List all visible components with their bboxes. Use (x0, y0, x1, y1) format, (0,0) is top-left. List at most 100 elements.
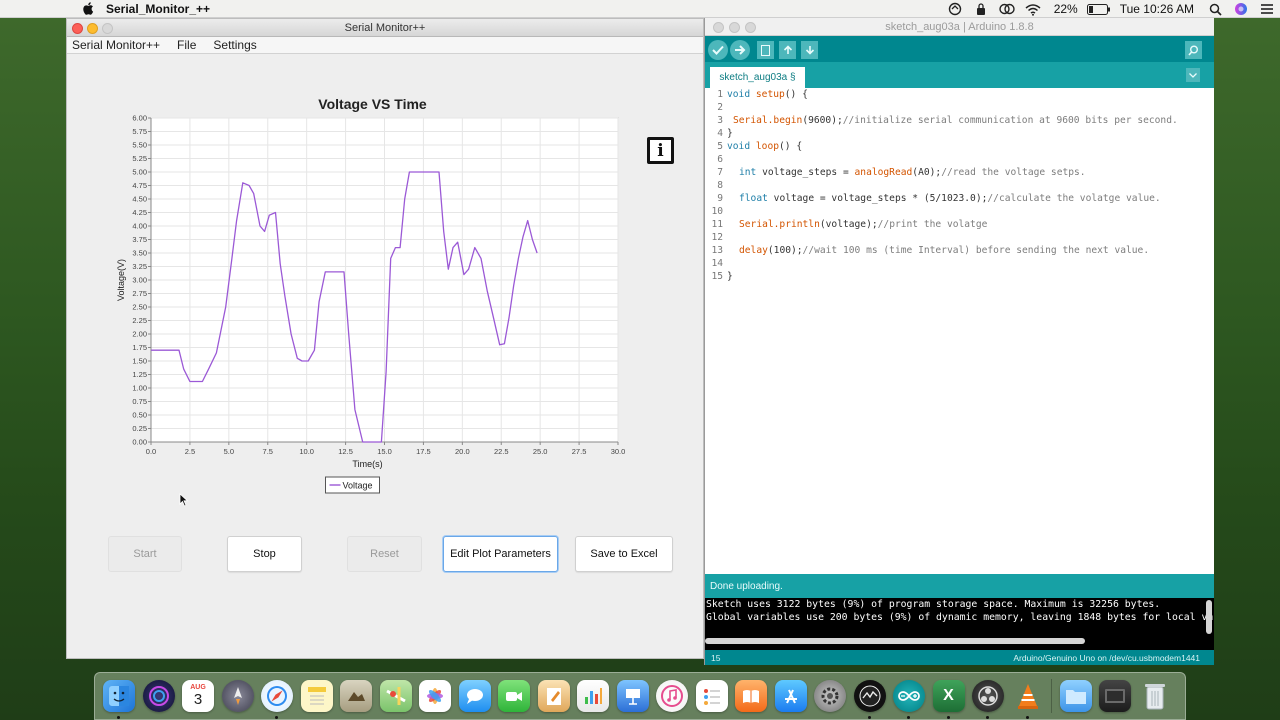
code-editor[interactable]: 1 2 3 4 5 6 7 8 9 10 11 12 13 14 15 void… (705, 88, 1214, 574)
tab-menu-button[interactable] (1186, 68, 1200, 82)
serial-monitor-titlebar[interactable]: Serial Monitor++ (67, 19, 703, 37)
obs-icon[interactable] (972, 680, 1004, 719)
x-tick-label: 10.0 (299, 447, 314, 456)
reset-button[interactable]: Reset (347, 536, 422, 572)
console-vertical-scrollbar[interactable] (1206, 600, 1212, 634)
console-horizontal-scrollbar[interactable] (705, 638, 1085, 644)
x-axis-label: Time(s) (352, 459, 382, 469)
info-button[interactable]: i (647, 137, 674, 164)
trash-icon[interactable] (1139, 680, 1171, 712)
tab-sketch[interactable]: sketch_aug03a § (710, 67, 805, 88)
x-tick-label: 20.0 (455, 447, 470, 456)
lock-icon[interactable] (968, 0, 994, 18)
code-text: (voltage); (819, 219, 878, 230)
y-tick-label: 0.25 (132, 424, 147, 433)
maps-icon[interactable] (379, 680, 412, 712)
calendar-icon[interactable]: AUG 3 (182, 680, 214, 712)
facetime-icon[interactable] (498, 680, 530, 712)
search-icon[interactable] (1202, 0, 1228, 18)
minimize-button[interactable] (87, 23, 98, 34)
menu-clock[interactable]: Tue 10:26 AM (1112, 2, 1202, 16)
upload-button[interactable] (730, 40, 750, 60)
line-number: 3 (717, 115, 723, 126)
photos-icon[interactable] (419, 680, 451, 712)
code-function: loop (755, 141, 779, 152)
preview-icon[interactable] (340, 680, 372, 712)
serial-monitor-window: Serial Monitor++ Serial Monitor++ File S… (66, 18, 704, 659)
magnifier-icon (1188, 45, 1198, 56)
screen-recording-icon[interactable] (1099, 680, 1131, 712)
x-tick-label: 17.5 (416, 447, 431, 456)
close-button[interactable] (72, 23, 83, 34)
serial-monitor-app-icon[interactable] (853, 680, 886, 719)
y-tick-label: 1.00 (132, 384, 147, 393)
messages-icon[interactable] (458, 680, 491, 712)
siri-app-icon[interactable] (142, 680, 175, 712)
start-button[interactable]: Start (108, 536, 182, 572)
y-tick-label: 4.75 (132, 181, 147, 190)
code-line: } (727, 271, 733, 282)
mouse-cursor-icon (179, 493, 189, 507)
code-function: delay (739, 245, 768, 256)
keynote-icon[interactable] (616, 680, 649, 712)
line-number: 12 (711, 232, 723, 243)
itunes-icon[interactable] (656, 680, 688, 712)
y-axis-label: Voltage(V) (116, 259, 126, 301)
new-sketch-button[interactable] (757, 41, 774, 59)
arduino-close-button[interactable] (713, 22, 724, 33)
finder-icon[interactable] (103, 680, 135, 719)
window-title: Serial Monitor++ (344, 21, 426, 34)
edit-plot-parameters-button[interactable]: Edit Plot Parameters (443, 536, 558, 572)
arduino-minimize-button[interactable] (729, 22, 740, 33)
pages-icon[interactable] (537, 680, 570, 712)
books-icon[interactable] (735, 680, 767, 712)
verify-button[interactable] (708, 40, 728, 60)
code-line: } (727, 128, 733, 139)
sync-icon[interactable] (942, 0, 968, 18)
code-line: delay(100);//wait 100 ms (time Interval)… (739, 244, 1149, 257)
menu-settings[interactable]: Settings (213, 38, 256, 52)
x-tick-label: 30.0 (611, 447, 626, 456)
cc-icon[interactable] (994, 0, 1020, 18)
output-console[interactable]: Sketch uses 3122 bytes (9%) of program s… (705, 598, 1214, 650)
y-tick-label: 5.00 (132, 168, 147, 177)
folder-icon[interactable] (1059, 680, 1092, 712)
active-app-name[interactable]: Serial_Monitor_++ (106, 2, 210, 16)
zoom-button[interactable] (102, 23, 113, 34)
save-to-excel-button[interactable]: Save to Excel (575, 536, 673, 572)
serial-monitor-button[interactable] (1185, 41, 1202, 59)
menu-file[interactable]: File (177, 38, 196, 52)
notes-icon[interactable] (300, 680, 333, 712)
save-sketch-button[interactable] (801, 41, 818, 59)
current-line-number: 15 (711, 652, 721, 663)
excel-icon[interactable]: X (932, 680, 965, 719)
arrow-up-icon (783, 45, 792, 54)
safari-icon[interactable] (261, 680, 293, 719)
launchpad-icon[interactable] (221, 680, 254, 712)
y-tick-label: 3.75 (132, 235, 147, 244)
numbers-icon[interactable] (577, 680, 609, 712)
battery-icon[interactable] (1086, 0, 1112, 18)
reminders-icon[interactable] (695, 680, 728, 712)
chart-title: Voltage VS Time (318, 96, 427, 112)
legend-label: Voltage (343, 481, 373, 491)
system-preferences-icon[interactable] (814, 680, 846, 712)
arduino-app-icon[interactable] (893, 680, 925, 719)
code-comment: //read the voltage setps. (941, 167, 1086, 178)
menu-serial-monitor[interactable]: Serial Monitor++ (72, 38, 160, 52)
y-tick-label: 2.00 (132, 330, 147, 339)
siri-icon[interactable] (1228, 0, 1254, 18)
arduino-zoom-button[interactable] (745, 22, 756, 33)
control-center-icon[interactable] (1254, 0, 1280, 18)
stop-button[interactable]: Stop (227, 536, 302, 572)
upload-status-text: Done uploading. (710, 580, 783, 592)
open-sketch-button[interactable] (779, 41, 796, 59)
app-store-icon[interactable] (774, 680, 807, 712)
apple-icon[interactable] (80, 1, 96, 17)
arduino-titlebar[interactable]: sketch_aug03a | Arduino 1.8.8 (705, 18, 1214, 36)
code-text: () { (779, 141, 803, 152)
wifi-icon[interactable] (1020, 0, 1046, 18)
vlc-icon[interactable] (1012, 680, 1044, 719)
y-tick-label: 5.50 (132, 141, 147, 150)
y-tick-label: 5.75 (132, 127, 147, 136)
